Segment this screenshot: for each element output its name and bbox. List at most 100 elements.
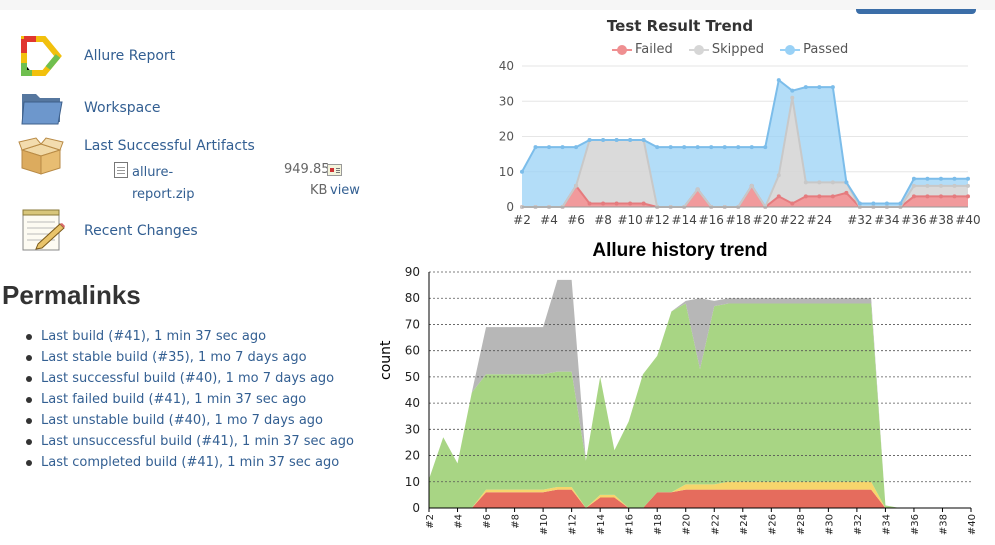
permalink-item: Last failed build (#41), 1 min 37 sec ag… [20, 389, 354, 410]
bullet [26, 460, 32, 466]
point-passed [749, 145, 754, 150]
point-passed [547, 145, 552, 150]
point-skipped [790, 95, 795, 100]
point-passed [817, 85, 822, 90]
legend-skipped[interactable]: Skipped [688, 42, 764, 57]
point-passed [628, 138, 633, 143]
permalink-last-unstable-build[interactable]: Last unstable build (#40), 1 mo 7 days a… [41, 413, 323, 428]
sidebar-item-workspace[interactable]: Workspace [84, 100, 161, 116]
y-tick-label: 0 [506, 200, 514, 214]
y-tick-label: 20 [405, 449, 420, 463]
notepad-icon[interactable] [20, 208, 66, 252]
point-passed [803, 85, 808, 90]
point-passed [857, 201, 862, 206]
point-failed [844, 190, 849, 195]
x-tick-label: #16 [625, 514, 636, 535]
top-button[interactable] [856, 9, 976, 14]
x-tick-label: #28 [796, 514, 807, 535]
legend-skipped-marker [688, 44, 709, 55]
point-failed [614, 201, 619, 206]
point-skipped [925, 183, 930, 188]
legend-passed[interactable]: Passed [780, 42, 848, 57]
bullet [26, 355, 32, 361]
bullet [26, 376, 32, 382]
sidebar-item-recent-changes[interactable]: Recent Changes [84, 223, 198, 239]
point-failed [641, 201, 646, 206]
permalink-last-successful-build[interactable]: Last successful build (#40), 1 mo 7 days… [41, 371, 334, 386]
point-failed [830, 194, 835, 199]
x-tick-label: #4 [454, 514, 465, 529]
x-tick-label: #34 [881, 514, 892, 535]
point-passed [898, 201, 903, 206]
x-tick-label: #40 [955, 213, 980, 227]
point-passed [520, 169, 524, 174]
permalink-last-failed-build[interactable]: Last failed build (#41), 1 min 37 sec ag… [41, 392, 306, 407]
point-passed [668, 145, 673, 150]
point-passed [966, 176, 970, 181]
sidebar-item-last-successful-artifacts[interactable]: Last Successful Artifacts [84, 138, 255, 154]
point-failed [803, 194, 808, 199]
bullet [26, 418, 32, 424]
y-tick-label: 70 [405, 317, 420, 331]
x-tick-label: #6 [567, 213, 585, 227]
x-tick-label: #36 [901, 213, 926, 227]
permalink-item: Last build (#41), 1 min 37 sec ago [20, 326, 354, 347]
allure-logo-icon[interactable] [20, 35, 64, 77]
x-tick-label: #16 [699, 213, 724, 227]
artifact-size: 949.85 [284, 162, 330, 177]
x-tick-label: #30 [824, 514, 835, 535]
permalink-item: Last unstable build (#40), 1 mo 7 days a… [20, 410, 354, 431]
legend-failed[interactable]: Failed [612, 42, 673, 57]
x-tick-label: #26 [767, 514, 778, 535]
permalink-last-build[interactable]: Last build (#41), 1 min 37 sec ago [41, 329, 266, 344]
artifact-view-link[interactable]: view [330, 183, 360, 198]
point-skipped [966, 183, 970, 188]
point-skipped [938, 183, 943, 188]
point-passed [574, 145, 579, 150]
permalink-last-stable-build[interactable]: Last stable build (#35), 1 mo 7 days ago [41, 350, 307, 365]
allure-history-trend-chart[interactable]: 0 10 20 30 40 50 60 70 80 90 #2 #4 #6 #8 #10 #12 #14 #16 #… [395, 262, 993, 545]
x-tick-label: #22 [780, 213, 805, 227]
permalink-last-unsuccessful-build[interactable]: Last unsuccessful build (#41), 1 min 37 … [41, 434, 354, 449]
point-skipped [830, 180, 835, 185]
sidebar-item-allure-report[interactable]: Allure Report [84, 48, 175, 64]
point-failed [587, 201, 592, 206]
legend-failed-marker [612, 44, 632, 55]
folder-icon[interactable] [20, 88, 64, 126]
point-failed [628, 201, 633, 206]
point-failed [601, 201, 606, 206]
test-result-trend-chart[interactable]: 0 10 20 30 40 #2 #4 #6 #8 #10 #12 #14 #16 #18 #20 #22 #2… [490, 56, 990, 231]
artifact-size-unit: KB [310, 183, 328, 198]
permalink-item: Last successful build (#40), 1 mo 7 days… [20, 368, 354, 389]
x-tick-label: #20 [682, 514, 693, 535]
y-tick-label: 10 [405, 475, 420, 489]
x-tick-label: #2 [425, 514, 436, 529]
point-skipped [695, 187, 700, 192]
permalinks-list: Last build (#41), 1 min 37 sec ago Last … [20, 326, 354, 473]
package-box-icon[interactable] [18, 136, 64, 176]
point-failed [776, 194, 781, 199]
point-passed [884, 201, 889, 206]
point-passed [830, 85, 835, 90]
point-passed [641, 138, 646, 143]
permalink-last-completed-build[interactable]: Last completed build (#41), 1 min 37 sec… [41, 455, 339, 470]
x-tick-label: #8 [594, 213, 612, 227]
x-tick-label: #12 [644, 213, 669, 227]
point-passed [952, 176, 957, 181]
x-tick-label: #4 [540, 213, 558, 227]
point-passed [911, 176, 916, 181]
point-passed [844, 180, 849, 185]
x-tick-label: #8 [511, 514, 522, 529]
bullet [26, 439, 32, 445]
legend-passed-label: Passed [803, 42, 849, 57]
artifact-link[interactable]: allure-report.zip [132, 162, 195, 206]
fingerprint-icon[interactable] [327, 164, 342, 176]
y-tick-label: 10 [499, 165, 514, 179]
x-tick-label: #10 [617, 213, 642, 227]
x-tick-label: #14 [596, 514, 607, 535]
allure-history-ylabel: count [378, 340, 394, 381]
x-tick-label: #12 [568, 514, 579, 535]
y-tick-label: 40 [405, 396, 420, 410]
point-passed [709, 145, 714, 150]
y-tick-label: 0 [412, 501, 420, 515]
